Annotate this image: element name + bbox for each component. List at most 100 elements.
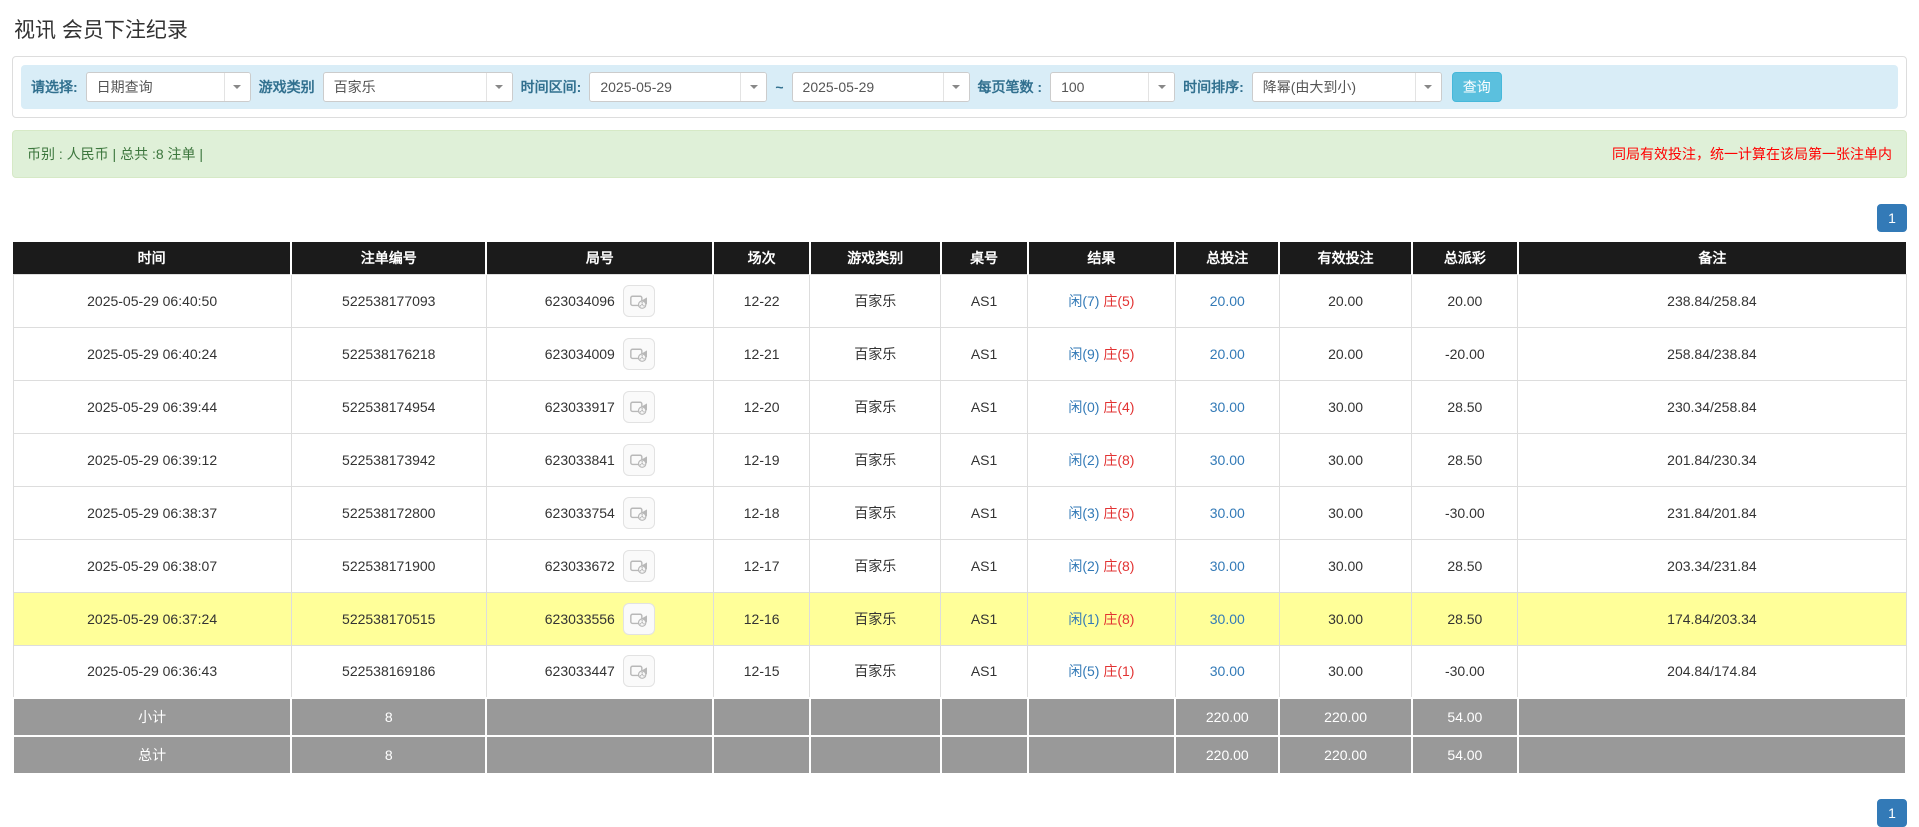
pagination-top: 1: [12, 204, 1907, 232]
chevron-down-icon: [943, 73, 969, 101]
footer-payout: 54.00: [1412, 736, 1518, 774]
cell-game-type: 百家乐: [810, 645, 941, 698]
page-1-button[interactable]: 1: [1877, 799, 1907, 827]
total-bet-link[interactable]: 30.00: [1210, 399, 1245, 415]
result-banker: 庄(5): [1103, 346, 1134, 362]
video-replay-button[interactable]: [623, 497, 655, 529]
video-icon: [629, 556, 649, 576]
cell-remark: 203.34/231.84: [1518, 539, 1906, 592]
date-from-dropdown[interactable]: 2025-05-29: [589, 72, 767, 102]
cell-result: 闲(1) 庄(8): [1028, 592, 1176, 645]
page-size-dropdown[interactable]: 100: [1050, 72, 1175, 102]
video-icon: [629, 397, 649, 417]
video-icon: [629, 450, 649, 470]
footer-total-bet: 220.00: [1175, 698, 1279, 736]
cell-table-no: AS1: [941, 539, 1028, 592]
cell-total-bet: 20.00: [1175, 327, 1279, 380]
cell-game-type: 百家乐: [810, 433, 941, 486]
footer-empty-table: [941, 698, 1028, 736]
chevron-down-icon: [224, 73, 250, 101]
column-header: 注单编号: [291, 242, 486, 274]
video-replay-button[interactable]: [623, 603, 655, 635]
cell-session: 12-16: [713, 592, 810, 645]
cell-result: 闲(2) 庄(8): [1028, 433, 1176, 486]
footer-empty-session: [713, 736, 810, 774]
cell-payout: 28.50: [1412, 592, 1518, 645]
date-to-dropdown[interactable]: 2025-05-29: [792, 72, 970, 102]
video-replay-button[interactable]: [623, 338, 655, 370]
cell-time: 2025-05-29 06:40:50: [13, 274, 291, 327]
date-to-value: 2025-05-29: [793, 79, 875, 95]
date-from-value: 2025-05-29: [590, 79, 672, 95]
cell-result: 闲(5) 庄(1): [1028, 645, 1176, 698]
table-row: 2025-05-29 06:40:50522538177093 623034096…: [13, 274, 1906, 327]
video-replay-button[interactable]: [623, 550, 655, 582]
cell-payout: 28.50: [1412, 433, 1518, 486]
total-bet-link[interactable]: 20.00: [1210, 346, 1245, 362]
total-bet-link[interactable]: 30.00: [1210, 663, 1245, 679]
query-button[interactable]: 查询: [1452, 72, 1502, 102]
cell-total-bet: 30.00: [1175, 486, 1279, 539]
cell-valid-bet: 30.00: [1279, 433, 1412, 486]
cell-round: 623033841: [486, 433, 713, 486]
header-row: 时间注单编号局号场次游戏类别桌号结果总投注有效投注总派彩备注: [13, 242, 1906, 274]
cell-time: 2025-05-29 06:39:44: [13, 380, 291, 433]
total-bet-link[interactable]: 20.00: [1210, 293, 1245, 309]
cell-total-bet: 30.00: [1175, 592, 1279, 645]
result-player: 闲(0): [1068, 399, 1099, 415]
footer-count: 8: [291, 736, 486, 774]
cell-round: 623034009: [486, 327, 713, 380]
total-bet-link[interactable]: 30.00: [1210, 452, 1245, 468]
video-icon: [629, 661, 649, 681]
cell-total-bet: 30.00: [1175, 433, 1279, 486]
cell-total-bet: 20.00: [1175, 274, 1279, 327]
total-bet-link[interactable]: 30.00: [1210, 611, 1245, 627]
cell-remark: 204.84/174.84: [1518, 645, 1906, 698]
column-header: 场次: [713, 242, 810, 274]
cell-valid-bet: 30.00: [1279, 380, 1412, 433]
cell-remark: 201.84/230.34: [1518, 433, 1906, 486]
page-1-button[interactable]: 1: [1877, 204, 1907, 232]
cell-game-type: 百家乐: [810, 327, 941, 380]
total-bet-link[interactable]: 30.00: [1210, 558, 1245, 574]
cell-bet-id: 522538174954: [291, 380, 486, 433]
subtotal-row: 小计8220.00220.0054.00: [13, 698, 1906, 736]
cell-game-type: 百家乐: [810, 592, 941, 645]
table-footer: 小计8220.00220.0054.00总计8220.00220.0054.00: [13, 698, 1906, 774]
cell-result: 闲(9) 庄(5): [1028, 327, 1176, 380]
footer-empty-game: [810, 698, 941, 736]
chevron-down-icon: [486, 73, 512, 101]
page-size-value: 100: [1051, 79, 1084, 95]
cell-time: 2025-05-29 06:37:24: [13, 592, 291, 645]
cell-valid-bet: 30.00: [1279, 645, 1412, 698]
footer-empty-result: [1028, 698, 1176, 736]
cell-session: 12-21: [713, 327, 810, 380]
video-replay-button[interactable]: [623, 391, 655, 423]
video-icon: [629, 291, 649, 311]
game-type-dropdown[interactable]: 百家乐: [323, 72, 513, 102]
video-replay-button[interactable]: [623, 444, 655, 476]
column-header: 备注: [1518, 242, 1906, 274]
table-body: 2025-05-29 06:40:50522538177093 623034096…: [13, 274, 1906, 698]
result-player: 闲(5): [1068, 663, 1099, 679]
footer-empty-round: [486, 698, 713, 736]
page-size-label: 每页笔数 :: [978, 77, 1043, 97]
filter-panel: 请选择: 日期查询 游戏类别 百家乐 时间区间: 2025-05-29 ~ 20…: [12, 56, 1907, 118]
cell-bet-id: 522538177093: [291, 274, 486, 327]
query-type-dropdown[interactable]: 日期查询: [86, 72, 251, 102]
cell-valid-bet: 20.00: [1279, 274, 1412, 327]
video-replay-button[interactable]: [623, 655, 655, 687]
query-type-value: 日期查询: [87, 77, 153, 97]
total-bet-link[interactable]: 30.00: [1210, 505, 1245, 521]
video-replay-button[interactable]: [623, 285, 655, 317]
cell-total-bet: 30.00: [1175, 539, 1279, 592]
cell-table-no: AS1: [941, 433, 1028, 486]
footer-count: 8: [291, 698, 486, 736]
cell-round: 623033556: [486, 592, 713, 645]
filter-bar: 请选择: 日期查询 游戏类别 百家乐 时间区间: 2025-05-29 ~ 20…: [21, 65, 1898, 109]
time-sort-dropdown[interactable]: 降幂(由大到小): [1252, 72, 1442, 102]
round-id: 623034096: [545, 293, 615, 309]
cell-time: 2025-05-29 06:36:43: [13, 645, 291, 698]
cell-total-bet: 30.00: [1175, 380, 1279, 433]
result-banker: 庄(8): [1103, 452, 1134, 468]
